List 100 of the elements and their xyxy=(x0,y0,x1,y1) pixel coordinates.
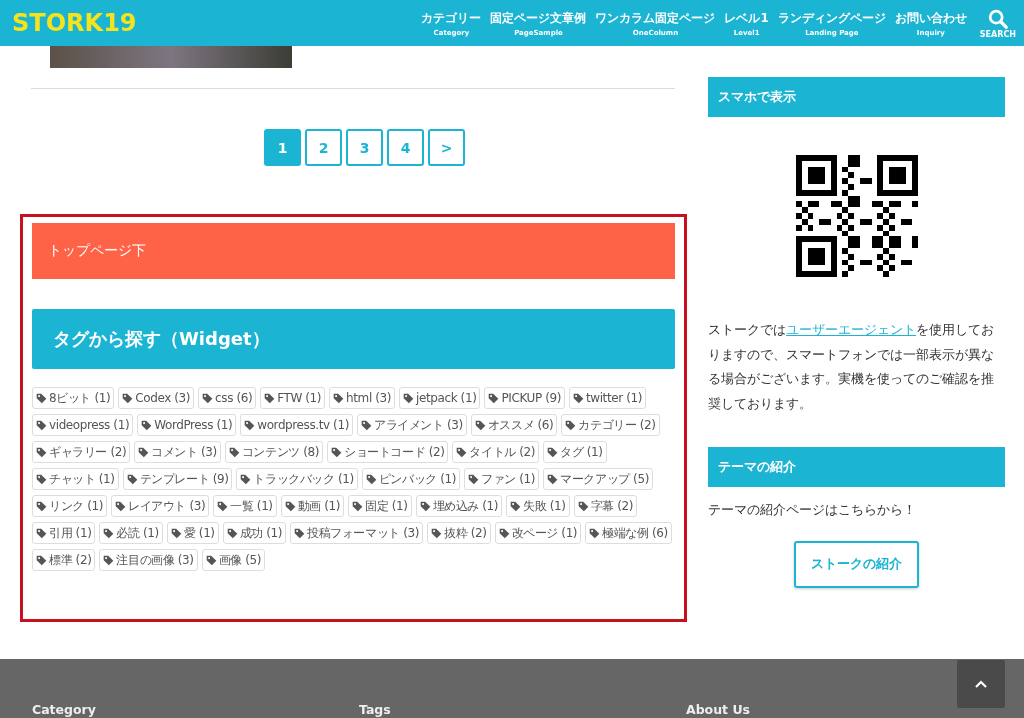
tag-link[interactable]: WordPress (1) xyxy=(137,414,237,436)
tag-icon xyxy=(36,392,47,404)
tag-icon xyxy=(547,446,559,458)
tag-link[interactable]: チャット (1) xyxy=(32,468,119,490)
tag-link[interactable]: 画像 (5) xyxy=(201,549,266,571)
tag-icon xyxy=(431,527,443,539)
tag-icon xyxy=(365,473,377,485)
tag-link[interactable]: twitter (1) xyxy=(568,387,646,409)
search-icon xyxy=(986,7,1009,30)
tag-link[interactable]: オススメ (6) xyxy=(470,414,558,436)
tag-link[interactable]: 字幕 (2) xyxy=(573,495,637,517)
tag-icon xyxy=(572,392,584,404)
tag-link[interactable]: ショートコード (2) xyxy=(327,441,449,463)
tag-link[interactable]: タグ (1) xyxy=(543,441,607,463)
footer-heading: Category xyxy=(32,702,97,718)
tag-link[interactable]: 8ビット (1) xyxy=(32,387,115,409)
tag-link[interactable]: 抜粋 (2) xyxy=(427,522,491,544)
widget-heading: スマホで表示 xyxy=(708,77,1005,117)
info-paragraph: ストークではユーザーエージェント を使用しておりますので、スマートフォンでは一部表示が異なる場合がございます。実機を使ってのご確認を推奨しております。 xyxy=(708,321,995,413)
widget-title: タグから探す（Widget） xyxy=(32,309,675,369)
tag-link[interactable]: 改ページ (1) xyxy=(494,522,582,544)
tag-link[interactable]: css (6) xyxy=(198,387,257,409)
tag-link[interactable]: タイトル (2) xyxy=(452,441,540,463)
tag-icon xyxy=(122,392,134,404)
tag-link[interactable]: 失敗 (1) xyxy=(506,495,570,517)
tag-icon xyxy=(115,500,126,512)
tag-icon xyxy=(36,554,47,566)
tag-icon xyxy=(360,419,372,431)
tag-link[interactable]: 固定 (1) xyxy=(348,495,412,517)
tag-icon xyxy=(240,473,252,485)
tag-link[interactable]: コメント (3) xyxy=(134,441,221,463)
tag-link[interactable]: 標準 (2) xyxy=(32,549,96,571)
tag-link[interactable]: 注目の画像 (3) xyxy=(99,549,198,571)
tag-icon xyxy=(103,554,115,566)
tag-link[interactable]: PICKUP (9) xyxy=(484,387,565,409)
tag-link[interactable]: トラックバック (1) xyxy=(236,468,358,490)
tag-link[interactable]: リンク (1) xyxy=(32,495,107,517)
tag-icon xyxy=(244,419,256,431)
tag-icon xyxy=(36,446,47,458)
tag-icon xyxy=(284,500,296,512)
back-to-top-button[interactable] xyxy=(957,660,1005,708)
tag-icon xyxy=(103,527,115,539)
tag-icon xyxy=(498,527,510,539)
tag-link[interactable]: 投稿フォーマット (3) xyxy=(290,522,424,544)
tag-link[interactable]: テンプレート (9) xyxy=(122,468,233,490)
tag-icon xyxy=(226,527,238,539)
tag-icon xyxy=(36,473,47,485)
tag-icon xyxy=(36,419,47,431)
theme-text: テーマの紹介ページはこちらから！ xyxy=(708,502,917,519)
footer-heading: About Us xyxy=(686,702,752,718)
tag-link[interactable]: ギャラリー (2) xyxy=(32,441,131,463)
widget-heading: テーマの紹介 xyxy=(708,447,1005,487)
tag-icon xyxy=(170,527,182,539)
tag-link[interactable]: 成功 (1) xyxy=(222,522,287,544)
tag-icon xyxy=(577,500,589,512)
tag-icon xyxy=(205,554,217,566)
section-banner: トップページ下 xyxy=(32,223,675,279)
tag-link[interactable]: videopress (1) xyxy=(32,414,134,436)
tag-link[interactable]: カテゴリー (2) xyxy=(561,414,660,436)
tag-icon xyxy=(419,500,431,512)
tag-link[interactable]: 一覧 (1) xyxy=(213,495,277,517)
tag-icon xyxy=(294,527,306,539)
tag-icon xyxy=(589,527,601,539)
tag-link[interactable]: wordpress.tv (1) xyxy=(240,414,353,436)
tag-icon xyxy=(228,446,240,458)
chevron-up-icon xyxy=(974,679,988,689)
tag-icon xyxy=(138,446,150,458)
tag-link[interactable]: レイアウト (3) xyxy=(111,495,210,517)
tag-icon xyxy=(565,419,577,431)
tag-link[interactable]: FTW (1) xyxy=(260,387,326,409)
tag-link[interactable]: jetpack (1) xyxy=(399,387,481,409)
tag-icon xyxy=(547,473,559,485)
tag-icon xyxy=(510,500,522,512)
tag-link[interactable]: ファン (1) xyxy=(464,468,540,490)
footer-heading: Tags xyxy=(359,702,392,718)
tag-link[interactable]: 埋め込み (1) xyxy=(415,495,503,517)
tag-link[interactable]: マークアップ (5) xyxy=(543,468,653,490)
tag-icon xyxy=(264,392,276,404)
tag-link[interactable]: html (3) xyxy=(329,387,396,409)
tag-link[interactable]: 必読 (1) xyxy=(99,522,163,544)
tag-link[interactable]: 極端な例 (6) xyxy=(585,522,672,544)
tag-icon xyxy=(126,473,138,485)
tag-icon xyxy=(403,392,415,404)
tag-icon xyxy=(474,419,486,431)
tag-icon xyxy=(217,500,229,512)
tag-icon xyxy=(141,419,153,431)
tag-icon xyxy=(488,392,500,404)
tag-link[interactable]: 愛 (1) xyxy=(166,522,219,544)
tag-icon xyxy=(331,446,343,458)
tag-icon xyxy=(36,527,47,539)
tag-link[interactable]: 引用 (1) xyxy=(32,522,96,544)
tag-link[interactable]: Codex (3) xyxy=(118,387,195,409)
tag-icon xyxy=(456,446,468,458)
tag-icon xyxy=(333,392,345,404)
tag-link[interactable]: アライメント (3) xyxy=(356,414,467,436)
tag-icon xyxy=(36,500,47,512)
tag-link[interactable]: 動画 (1) xyxy=(280,495,345,517)
tag-link[interactable]: ピンバック (1) xyxy=(361,468,461,490)
tag-link[interactable]: コンテンツ (8) xyxy=(224,441,324,463)
tag-icon xyxy=(468,473,480,485)
